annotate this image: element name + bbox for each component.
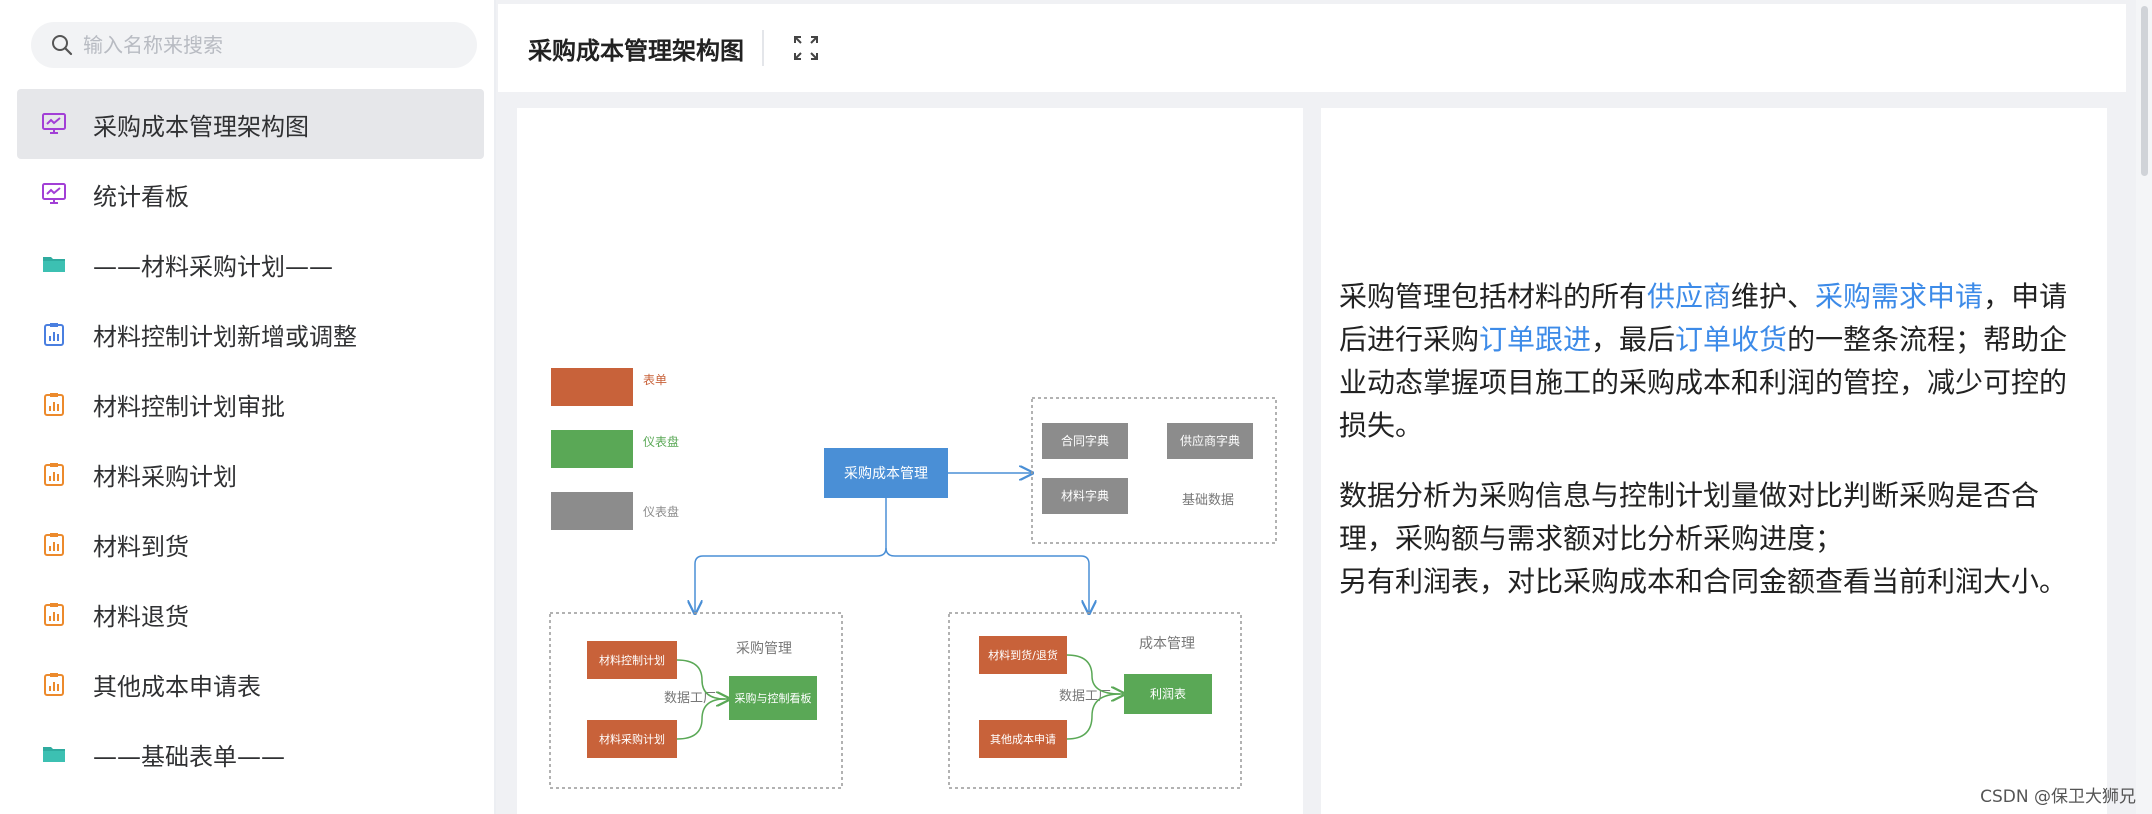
branch-left bbox=[695, 547, 887, 612]
cost-form-2-label: 其他成本申请 bbox=[990, 732, 1056, 746]
cost-form-1-label: 材料到货/退货 bbox=[988, 648, 1058, 662]
dict-supplier-label: 供应商字典 bbox=[1180, 433, 1240, 448]
sidebar-item[interactable]: 材料到货 bbox=[17, 509, 484, 579]
search-box[interactable] bbox=[31, 22, 477, 68]
sidebar-item-label: 采购成本管理架构图 bbox=[93, 112, 309, 141]
sidebar-item[interactable]: 材料退货 bbox=[17, 579, 484, 649]
purchase-board-label: 采购与控制看板 bbox=[735, 691, 812, 705]
sidebar-item-label: 统计看板 bbox=[93, 182, 189, 211]
cost-box-title: 成本管理 bbox=[1139, 636, 1195, 652]
architecture-diagram: 表单 仪表盘 仪表盘 采购成本管理 合同字典 供应商字典 材料字典 基础数据 采… bbox=[549, 368, 1277, 789]
sidebar: 采购成本管理架构图统计看板 ——材料采购计划—— 材料控制计划新增或调整材料控制计划… bbox=[0, 0, 496, 814]
description-text: 采购管理包括材料的所有供应商维护、采购需求申请，申请后进行采购订单跟进，最后订单… bbox=[1339, 275, 2089, 630]
purchase-box-title: 采购管理 bbox=[736, 641, 792, 657]
form-clipboard-icon bbox=[39, 389, 69, 419]
highlight-link[interactable]: 供应商 bbox=[1647, 280, 1731, 313]
legend-label-form: 表单 bbox=[643, 373, 667, 387]
sidebar-item-label: 材料控制计划新增或调整 bbox=[93, 322, 357, 351]
header-divider bbox=[762, 30, 764, 66]
form-clipboard-icon bbox=[39, 529, 69, 559]
base-data-label: 基础数据 bbox=[1182, 493, 1234, 508]
description-segment: 采购管理包括材料的所有 bbox=[1339, 280, 1648, 313]
page-title: 采购成本管理架构图 bbox=[528, 36, 744, 65]
legend-swatch-dashboard bbox=[551, 430, 633, 468]
center-node-label: 采购成本管理 bbox=[844, 466, 928, 482]
purchase-form-1-label: 材料控制计划 bbox=[599, 653, 665, 667]
dict-contract-label: 合同字典 bbox=[1061, 433, 1109, 448]
sidebar-nav: 采购成本管理架构图 统计看板 ——材料采购计划—— 材料控制计划新增或调整 材料控制计划… bbox=[17, 89, 484, 789]
scrollbar-thumb[interactable] bbox=[2141, 6, 2148, 176]
highlight-link[interactable]: 订单收货 bbox=[1675, 323, 1787, 356]
form-clipboard-icon bbox=[39, 599, 69, 629]
sidebar-item[interactable]: 其他成本申请表 bbox=[17, 649, 484, 719]
form-clipboard-icon bbox=[39, 459, 69, 489]
sidebar-item-label: 材料退货 bbox=[93, 602, 189, 631]
legend-swatch-dict bbox=[551, 492, 633, 530]
highlight-link[interactable]: 采购需求申请 bbox=[1815, 280, 1983, 313]
page-header: 采购成本管理架构图 bbox=[498, 4, 2126, 92]
legend-label-dict: 仪表盘 bbox=[643, 504, 679, 519]
search-input[interactable] bbox=[83, 33, 443, 57]
form-clipboard-icon bbox=[39, 319, 69, 349]
folder-icon bbox=[39, 739, 69, 769]
form-clipboard-icon bbox=[39, 669, 69, 699]
sidebar-item-label: 其他成本申请表 bbox=[93, 672, 261, 701]
sidebar-item[interactable]: ——材料采购计划—— bbox=[17, 229, 484, 299]
sidebar-item[interactable]: ——基础表单—— bbox=[17, 719, 484, 789]
purchase-form-2-label: 材料采购计划 bbox=[599, 732, 665, 746]
sidebar-item-label: 材料采购计划 bbox=[93, 462, 237, 491]
sidebar-item[interactable]: 统计看板 bbox=[17, 159, 484, 229]
sidebar-item-label: ——基础表单—— bbox=[93, 742, 285, 771]
description-line-profit: 另有利润表，对比采购成本和合同金额查看当前利润大小。 bbox=[1339, 565, 2068, 598]
diagram-panel: 表单 仪表盘 仪表盘 采购成本管理 合同字典 供应商字典 材料字典 基础数据 采… bbox=[517, 108, 1303, 814]
sidebar-item[interactable]: 材料采购计划 bbox=[17, 439, 484, 509]
legend-label-dashboard: 仪表盘 bbox=[643, 434, 679, 449]
sidebar-item[interactable]: 材料控制计划审批 bbox=[17, 369, 484, 439]
watermark: CSDN @保卫大狮兄 bbox=[1980, 787, 2136, 807]
highlight-link[interactable]: 订单跟进 bbox=[1479, 323, 1591, 356]
branch-right bbox=[885, 547, 1089, 612]
dashboard-monitor-icon bbox=[39, 109, 69, 139]
sidebar-item[interactable]: 采购成本管理架构图 bbox=[17, 89, 484, 159]
description-panel: 采购管理包括材料的所有供应商维护、采购需求申请，申请后进行采购订单跟进，最后订单… bbox=[1321, 108, 2107, 814]
description-paragraph-1: 采购管理包括材料的所有供应商维护、采购需求申请，申请后进行采购订单跟进，最后订单… bbox=[1339, 275, 2089, 447]
description-segment: ，最后 bbox=[1591, 323, 1676, 356]
legend-swatch-form bbox=[551, 368, 633, 406]
search-icon bbox=[52, 35, 73, 56]
description-segment: 维护、 bbox=[1731, 280, 1816, 313]
description-paragraph-2: 数据分析为采购信息与控制计划量做对比判断采购是否合理，采购额与需求额对比分析采购… bbox=[1339, 474, 2089, 603]
sidebar-item[interactable]: 材料控制计划新增或调整 bbox=[17, 299, 484, 369]
sidebar-item-label: ——材料采购计划—— bbox=[93, 252, 333, 281]
cost-board-label: 利润表 bbox=[1150, 687, 1186, 701]
dict-material-label: 材料字典 bbox=[1061, 488, 1109, 503]
folder-icon bbox=[39, 249, 69, 279]
sidebar-item-label: 材料控制计划审批 bbox=[93, 392, 285, 421]
base-data-box bbox=[1031, 397, 1277, 544]
dashboard-monitor-icon bbox=[39, 179, 69, 209]
sidebar-item-label: 材料到货 bbox=[93, 532, 189, 561]
fullscreen-icon[interactable] bbox=[792, 34, 820, 62]
description-line-analysis: 数据分析为采购信息与控制计划量做对比判断采购是否合理，采购额与需求额对比分析采购… bbox=[1339, 479, 2040, 555]
